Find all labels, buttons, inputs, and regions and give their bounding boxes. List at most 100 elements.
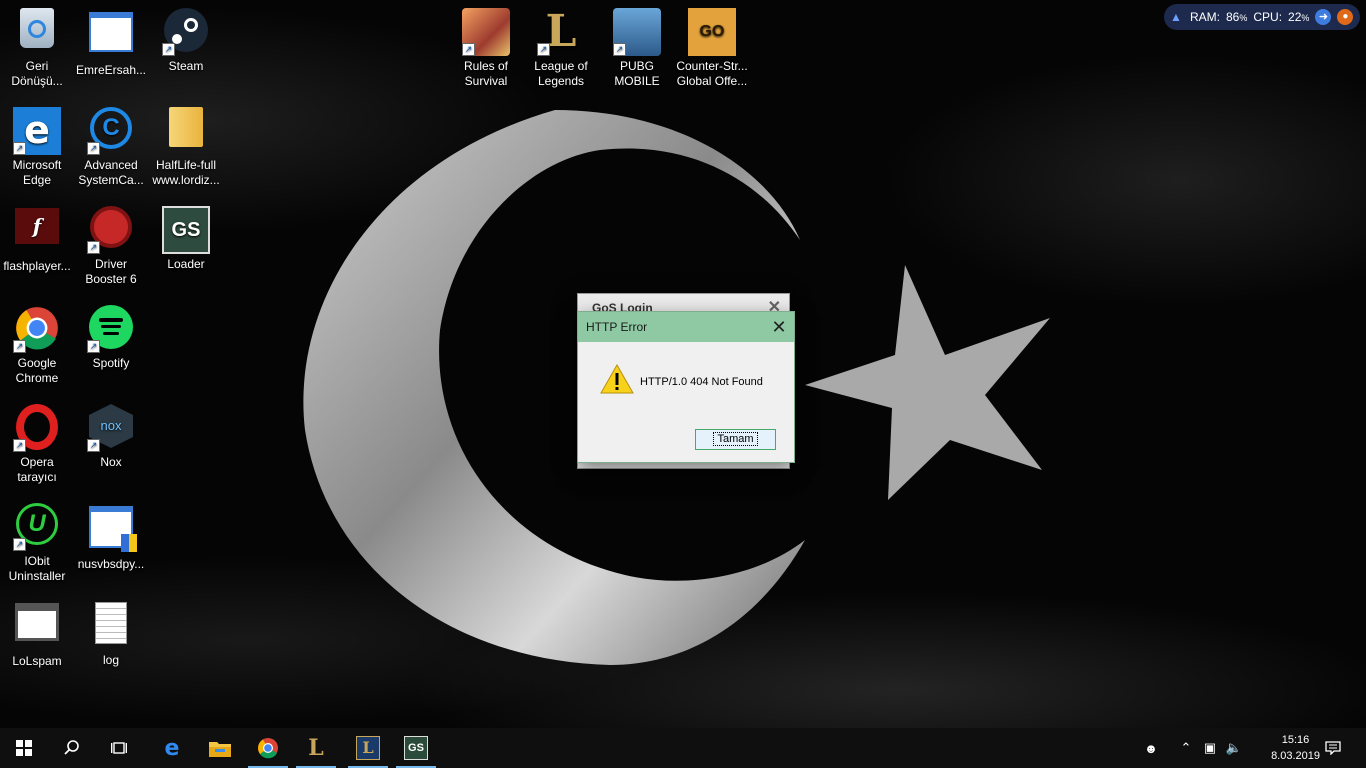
league-game-icon: L — [356, 736, 380, 760]
desktop-icon-label: log — [102, 653, 119, 667]
desktop-icon[interactable]: HalfLife-full www.lordiz... — [149, 103, 223, 188]
volume-icon: 🔈 — [1225, 740, 1243, 755]
desktop-icon[interactable]: EmreErsah... — [74, 4, 148, 78]
desktop-icon-label: PUBG MOBILE — [614, 59, 660, 88]
desktop-icon[interactable]: L ↗ League of Legends — [524, 4, 598, 89]
text-file-icon — [87, 602, 135, 650]
shortcut-arrow-icon: ↗ — [162, 43, 175, 56]
league-of-legends-icon: L ↗ — [537, 8, 585, 56]
edge-icon: e ↗ — [13, 107, 61, 155]
volume-button[interactable]: 🔈 — [1224, 728, 1244, 768]
chrome-icon — [258, 738, 278, 759]
desktop-icon[interactable]: e ↗ Microsoft Edge — [0, 103, 74, 188]
task-view-button[interactable] — [96, 728, 144, 768]
desktop-icon-label: Spotify — [92, 356, 130, 370]
taskbar-league-game[interactable]: L — [344, 728, 392, 768]
show-hidden-icons-button[interactable]: ⌃ — [1178, 728, 1194, 768]
shortcut-arrow-icon: ↗ — [13, 538, 26, 551]
desktop-icon-label: EmreErsah... — [75, 63, 147, 77]
ram-label: RAM: — [1190, 10, 1220, 24]
taskbar-edge[interactable]: e — [148, 728, 196, 768]
rocket-icon[interactable]: ▲ — [1170, 10, 1184, 24]
taskbar-file-explorer[interactable] — [196, 728, 244, 768]
people-button[interactable]: ☻ — [1140, 728, 1162, 768]
desktop-icon[interactable]: ↗ Google Chrome — [0, 301, 74, 386]
desktop-icon-label: Google Chrome — [15, 356, 59, 385]
desktop-icon-label: IObit Uninstaller — [8, 554, 66, 583]
desktop-icon-label: Opera tarayıcı — [17, 455, 57, 484]
desktop-icon-label: HalfLife-full www.lordiz... — [152, 158, 220, 187]
desktop-icon[interactable]: ↗ Spotify — [74, 301, 148, 371]
desktop-icon[interactable]: C ↗ Advanced SystemCa... — [74, 103, 148, 188]
network-button[interactable]: ▣ — [1200, 728, 1220, 768]
desktop-icon[interactable]: ↗ Steam — [149, 4, 223, 74]
shortcut-arrow-icon: ↗ — [13, 340, 26, 353]
desktop-icon[interactable]: GO Counter-Str... Global Offe... — [675, 4, 749, 89]
desktop-icon-label: Loader — [167, 257, 205, 271]
http-error-dialog[interactable]: HTTP Error ✕ HTTP/1.0 404 Not Found Tama… — [577, 311, 795, 463]
error-message: HTTP/1.0 404 Not Found — [640, 376, 763, 388]
taskbar-league-client[interactable]: L — [292, 728, 340, 768]
recycle-bin-icon — [13, 8, 61, 56]
start-icon — [16, 740, 32, 756]
search-button[interactable] — [48, 728, 96, 768]
desktop-icon-label: nusvbsdpy... — [77, 557, 145, 571]
start-button[interactable] — [0, 728, 48, 768]
spotify-icon: ↗ — [87, 305, 135, 353]
desktop-icon[interactable]: U ↗ IObit Uninstaller — [0, 499, 74, 584]
action-center-button[interactable] — [1318, 728, 1348, 768]
search-icon — [64, 740, 79, 755]
network-icon: ▣ — [1203, 740, 1217, 755]
edge-icon: e — [164, 735, 180, 761]
desktop-icon-label: Steam — [168, 59, 204, 73]
desktop-icon[interactable]: Geri Dönüşü... — [0, 4, 74, 89]
csgo-icon: GO — [688, 8, 736, 56]
installer-icon — [87, 506, 137, 554]
iobit-uninstaller-icon: U ↗ — [13, 503, 61, 551]
ok-button[interactable]: Tamam — [695, 429, 776, 450]
desktop-icon[interactable]: nox ↗ Nox — [74, 400, 148, 470]
desktop-icon[interactable]: ↗ Rules of Survival — [449, 4, 523, 89]
desktop-icon-label: Nox — [100, 455, 122, 469]
clock-date: 8.03.2019 — [1271, 750, 1320, 762]
shortcut-arrow-icon: ↗ — [87, 439, 100, 452]
taskbar-chrome[interactable] — [244, 728, 292, 768]
desktop-icon[interactable]: log — [74, 598, 148, 668]
dialog-title: HTTP Error — [586, 320, 648, 334]
desktop-icon[interactable]: LoLspam — [0, 598, 74, 669]
taskbar-clock[interactable]: 15:16 8.03.2019 — [1271, 732, 1320, 764]
shortcut-arrow-icon: ↗ — [13, 142, 26, 155]
desktop-icon-label: League of Legends — [534, 59, 588, 88]
system-monitor-widget[interactable]: ▲ RAM: 86% CPU: 22% ➜ ● — [1164, 4, 1360, 30]
desktop-icon[interactable]: GS Loader — [149, 202, 223, 272]
dialog-title-bar[interactable]: HTTP Error ✕ — [578, 312, 794, 342]
notifications-icon — [1325, 741, 1341, 755]
advanced-systemcare-icon: C ↗ — [87, 107, 135, 155]
shortcut-arrow-icon: ↗ — [87, 142, 100, 155]
gos-loader-icon: GS — [162, 206, 210, 254]
desktop-icon[interactable]: ↗ Driver Booster 6 — [74, 202, 148, 287]
taskbar-gos-loader[interactable]: GS — [392, 728, 440, 768]
opera-icon: ↗ — [13, 404, 61, 452]
cpu-label: CPU: — [1253, 10, 1283, 24]
ram-value: 86 — [1226, 10, 1240, 24]
desktop-icon[interactable]: ↗ Opera tarayıcı — [0, 400, 74, 485]
folder-icon — [162, 107, 210, 155]
arrow-right-icon[interactable]: ➜ — [1315, 9, 1332, 25]
desktop-icon-label: LoLspam — [12, 654, 62, 668]
desktop-icon[interactable]: ↗ PUBG MOBILE — [600, 4, 674, 89]
clock-time: 15:16 — [1281, 734, 1310, 746]
shortcut-arrow-icon: ↗ — [87, 241, 100, 254]
taskbar: e L L GS ☻ ⌃ ▣ 🔈 15:16 8.03.2019 — [0, 728, 1366, 768]
gos-loader-icon: GS — [404, 736, 428, 760]
desktop-icon-label: Counter-Str... Global Offe... — [676, 59, 748, 88]
cpu-value: 22 — [1288, 10, 1302, 24]
shortcut-arrow-icon: ↗ — [613, 43, 626, 56]
desktop-icon[interactable]: nusvbsdpy... — [74, 499, 148, 572]
driver-booster-icon: ↗ — [87, 206, 135, 254]
close-icon[interactable]: ✕ — [764, 312, 794, 342]
star-shape — [805, 265, 1050, 500]
desktop-icon[interactable]: f flashplayer... — [0, 202, 74, 274]
bell-icon[interactable]: ● — [1337, 9, 1354, 25]
desktop-icon-label: Driver Booster 6 — [85, 257, 137, 286]
